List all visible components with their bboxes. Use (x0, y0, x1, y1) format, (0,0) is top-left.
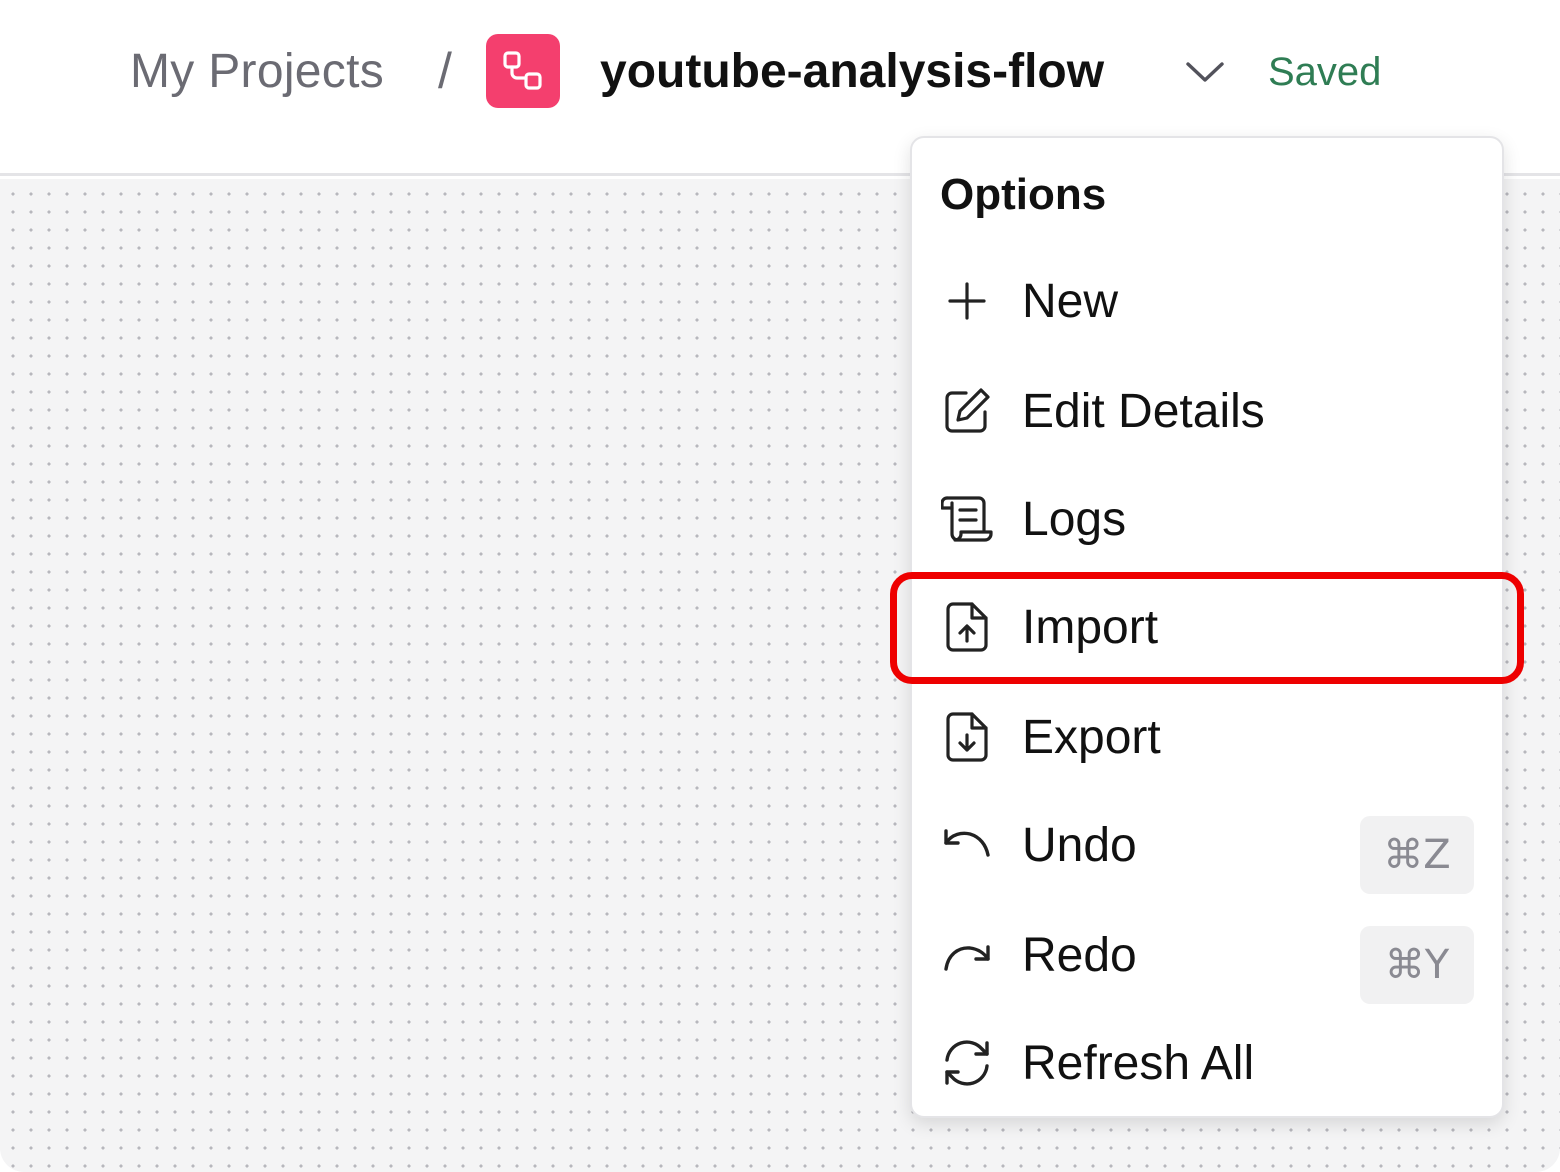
redo-icon (940, 928, 994, 982)
plus-icon (940, 274, 994, 328)
breadcrumb-my-projects[interactable]: My Projects (130, 44, 384, 99)
breadcrumb-separator: / (438, 43, 452, 99)
menu-item-label: Undo (1022, 819, 1137, 872)
redo-shortcut: ⌘Y (1360, 926, 1474, 1004)
menu-title: Options (940, 170, 1107, 219)
chevron-down-icon[interactable] (1182, 52, 1228, 92)
menu-item-undo[interactable]: Undo ⌘Z (912, 794, 1502, 894)
menu-item-export[interactable]: Export (912, 686, 1502, 786)
menu-item-import[interactable]: Import (912, 576, 1502, 676)
menu-item-label: Refresh All (1022, 1037, 1255, 1090)
flow-icon (486, 34, 560, 108)
refresh-icon (940, 1036, 994, 1090)
scroll-icon (940, 492, 994, 546)
menu-item-label: Redo (1022, 929, 1137, 982)
menu-item-label: Import (1022, 601, 1159, 654)
menu-item-label: Logs (1022, 493, 1127, 546)
saved-status: Saved (1268, 50, 1382, 94)
file-download-icon (940, 710, 994, 764)
menu-item-label: New (1022, 275, 1119, 328)
options-menu: Options New Edit Details Logs Import Exp… (910, 136, 1504, 1118)
undo-shortcut: ⌘Z (1360, 816, 1474, 894)
menu-item-refresh-all[interactable]: Refresh All (912, 1012, 1502, 1112)
menu-item-label: Edit Details (1022, 385, 1265, 438)
app-frame: My Projects / youtube-analysis-flow Save… (0, 0, 1560, 1172)
menu-item-redo[interactable]: Redo ⌘Y (912, 904, 1502, 1004)
flow-name[interactable]: youtube-analysis-flow (600, 44, 1104, 99)
menu-item-logs[interactable]: Logs (912, 468, 1502, 568)
pencil-square-icon (940, 384, 994, 438)
menu-item-edit-details[interactable]: Edit Details (912, 360, 1502, 460)
menu-item-new[interactable]: New (912, 250, 1502, 350)
menu-item-label: Export (1022, 711, 1161, 764)
undo-icon (940, 818, 994, 872)
file-upload-icon (940, 600, 994, 654)
